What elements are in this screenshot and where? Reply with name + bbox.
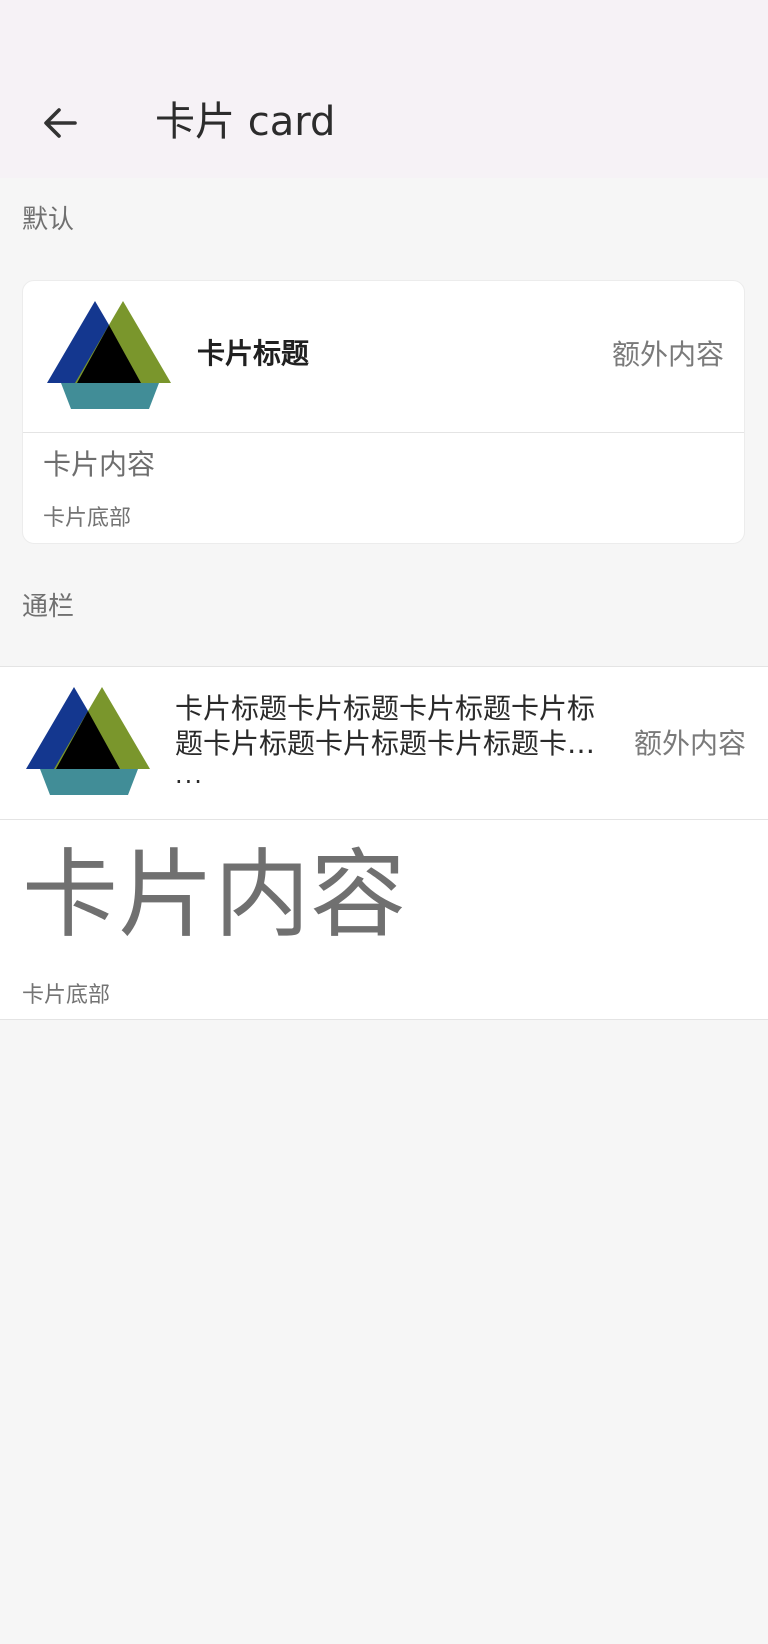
section-label-default: 默认 (22, 205, 75, 235)
card-footer: 卡片底部 (43, 506, 132, 531)
status-bar (0, 0, 768, 72)
card-footer: 卡片底部 (22, 983, 111, 1008)
card-content: 卡片内容 (43, 448, 156, 481)
card-header: 卡片标题卡片标题卡片标题卡片标题卡片标题卡片标题卡片标题卡片标题 ... 额外内… (0, 667, 768, 820)
arrow-left-icon (42, 105, 78, 141)
card-full[interactable]: 卡片标题卡片标题卡片标题卡片标题卡片标题卡片标题卡片标题卡片标题 ... 额外内… (0, 666, 768, 1020)
section-label-full: 通栏 (22, 592, 75, 622)
card-default[interactable]: 卡片标题 额外内容 卡片内容 卡片底部 (22, 280, 745, 544)
card-content: 卡片内容 (22, 839, 406, 951)
title-ellipsis: ... (175, 761, 204, 789)
triangle-logo-icon (47, 301, 175, 413)
triangle-logo-icon (26, 687, 154, 799)
card-header: 卡片标题 额外内容 (23, 281, 744, 433)
card-extra: 额外内容 (611, 338, 724, 371)
back-button[interactable] (30, 93, 90, 153)
card-title: 卡片标题卡片标题卡片标题卡片标题卡片标题卡片标题卡片标题卡片标题 (175, 692, 596, 760)
card-extra: 额外内容 (633, 727, 746, 760)
card-title: 卡片标题 (197, 337, 310, 370)
app-bar: 卡片 card (0, 72, 768, 178)
page-title: 卡片 card (155, 99, 336, 145)
